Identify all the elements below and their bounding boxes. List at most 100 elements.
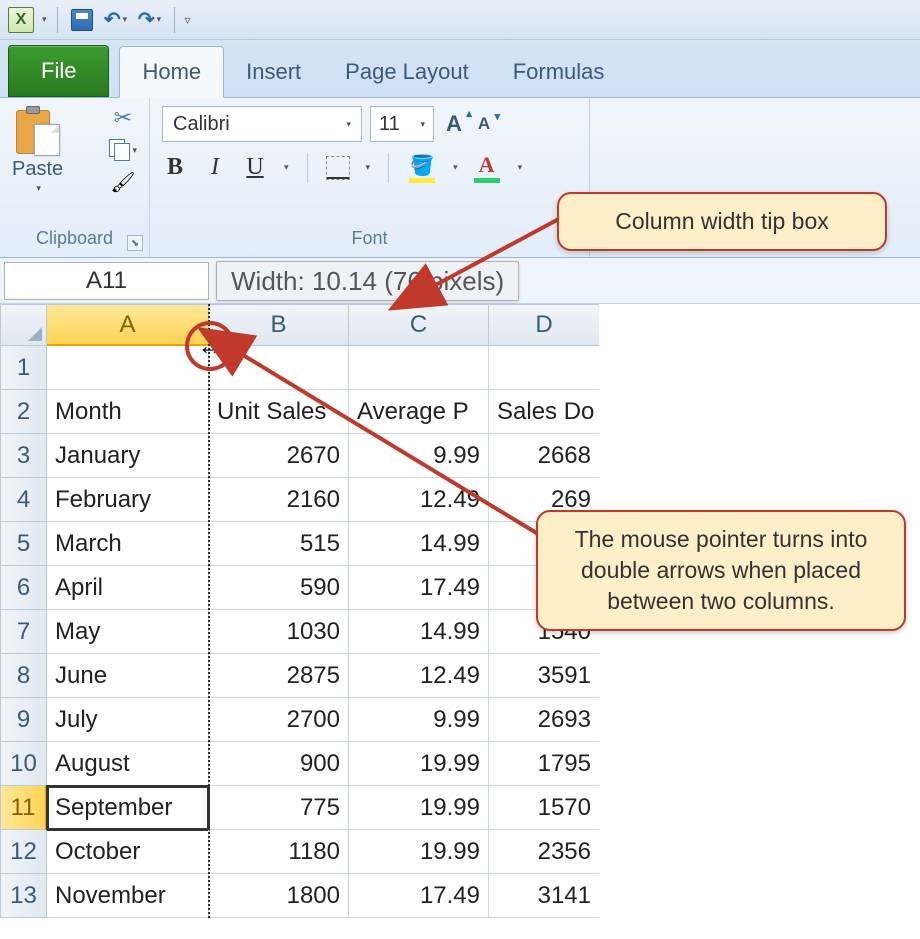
cell[interactable]: 1800 [209, 874, 349, 918]
column-header-a[interactable]: A [47, 304, 209, 346]
cell[interactable]: 12.49 [349, 478, 489, 522]
cell[interactable]: Unit Sales [209, 390, 349, 434]
grow-font-button[interactable]: A▴ [442, 109, 466, 139]
cell[interactable]: 1795 [489, 742, 599, 786]
row-header[interactable]: 9 [0, 698, 47, 742]
font-size-caret[interactable]: ▾ [420, 119, 425, 130]
cell[interactable]: 19.99 [349, 830, 489, 874]
cell[interactable]: August [47, 742, 209, 786]
cell[interactable]: 1180 [209, 830, 349, 874]
cell[interactable]: 1570 [489, 786, 599, 830]
font-color-button[interactable]: A [472, 152, 502, 183]
tab-file[interactable]: File [8, 45, 109, 97]
font-name-select[interactable]: Calibri ▾ [162, 106, 362, 142]
cell[interactable]: 2668 [489, 434, 599, 478]
row-header[interactable]: 11 [0, 786, 47, 830]
row-header[interactable]: 7 [0, 610, 47, 654]
undo-dropdown-caret[interactable]: ▾ [123, 14, 128, 25]
cell[interactable]: May [47, 610, 209, 654]
cell[interactable]: 9.99 [349, 434, 489, 478]
borders-dropdown-caret[interactable]: ▾ [366, 162, 371, 173]
cell[interactable]: 775 [209, 786, 349, 830]
row-header[interactable]: 13 [0, 874, 47, 918]
cell[interactable]: 19.99 [349, 742, 489, 786]
tab-home[interactable]: Home [119, 46, 224, 98]
cell[interactable]: 900 [209, 742, 349, 786]
redo-dropdown-caret[interactable]: ▾ [157, 14, 162, 25]
customize-qat-button[interactable]: ▿ [185, 13, 191, 27]
paste-dropdown-caret[interactable]: ▾ [36, 183, 41, 194]
shrink-font-button[interactable]: A▾ [474, 112, 494, 136]
cell[interactable]: July [47, 698, 209, 742]
cell[interactable] [489, 346, 599, 390]
select-all-corner[interactable] [0, 304, 47, 346]
font-size-select[interactable]: 11 ▾ [370, 106, 434, 142]
cell[interactable]: 14.99 [349, 522, 489, 566]
row-header[interactable]: 2 [0, 390, 47, 434]
copy-dropdown-caret[interactable]: ▾ [132, 145, 137, 156]
format-painter-button[interactable]: 🖌 [109, 170, 137, 194]
tab-formulas[interactable]: Formulas [491, 47, 627, 97]
cell[interactable]: 2875 [209, 654, 349, 698]
underline-dropdown-caret[interactable]: ▾ [284, 162, 289, 173]
cell[interactable]: 2670 [209, 434, 349, 478]
cell[interactable]: Sales Do [489, 390, 599, 434]
cell[interactable]: 2693 [489, 698, 599, 742]
cell[interactable]: June [47, 654, 209, 698]
font-name-caret[interactable]: ▾ [346, 119, 351, 130]
row-header[interactable]: 4 [0, 478, 47, 522]
row-header[interactable]: 8 [0, 654, 47, 698]
name-box[interactable]: A11 [4, 262, 209, 300]
cell[interactable]: January [47, 434, 209, 478]
borders-button[interactable] [326, 156, 350, 180]
cell[interactable]: 2700 [209, 698, 349, 742]
bold-button[interactable]: B [162, 154, 188, 181]
cell[interactable]: February [47, 478, 209, 522]
cell[interactable] [47, 346, 209, 390]
tab-page-layout[interactable]: Page Layout [323, 47, 491, 97]
fill-color-dropdown-caret[interactable]: ▾ [453, 162, 458, 173]
cell[interactable]: March [47, 522, 209, 566]
redo-button[interactable]: ↷▾ [136, 6, 164, 34]
row-header[interactable]: 5 [0, 522, 47, 566]
row-header[interactable]: 3 [0, 434, 47, 478]
cell[interactable]: 17.49 [349, 874, 489, 918]
cell[interactable]: 2356 [489, 830, 599, 874]
underline-button[interactable]: U [242, 154, 268, 181]
clipboard-launcher[interactable]: ⬊ [127, 235, 143, 251]
row-header[interactable]: 10 [0, 742, 47, 786]
cell[interactable]: 515 [209, 522, 349, 566]
cell[interactable]: 14.99 [349, 610, 489, 654]
cell[interactable]: 17.49 [349, 566, 489, 610]
cell[interactable] [349, 346, 489, 390]
italic-button[interactable]: I [202, 154, 228, 181]
cell[interactable]: 1030 [209, 610, 349, 654]
row-header[interactable]: 12 [0, 830, 47, 874]
cell[interactable]: April [47, 566, 209, 610]
fill-color-button[interactable]: 🪣 [407, 153, 437, 183]
row-header[interactable]: 1 [0, 346, 47, 390]
column-header-b[interactable]: B [209, 304, 349, 346]
cell[interactable]: 9.99 [349, 698, 489, 742]
tab-insert[interactable]: Insert [224, 47, 323, 97]
cell[interactable]: 3141 [489, 874, 599, 918]
cut-button[interactable]: ✂ [109, 106, 137, 130]
cell[interactable] [209, 346, 349, 390]
cell-active[interactable]: September [47, 786, 209, 830]
copy-button[interactable]: ▾ [109, 138, 137, 162]
row-header[interactable]: 6 [0, 566, 47, 610]
cell[interactable]: 3591 [489, 654, 599, 698]
font-color-dropdown-caret[interactable]: ▾ [518, 162, 523, 173]
cell[interactable]: 19.99 [349, 786, 489, 830]
column-header-c[interactable]: C [349, 304, 489, 346]
cell[interactable]: Average P [349, 390, 489, 434]
cell[interactable]: 2160 [209, 478, 349, 522]
cell[interactable]: 590 [209, 566, 349, 610]
cell[interactable]: October [47, 830, 209, 874]
cell[interactable]: 12.49 [349, 654, 489, 698]
column-header-d[interactable]: D [489, 304, 599, 346]
cell[interactable]: November [47, 874, 209, 918]
save-button[interactable] [68, 6, 96, 34]
cell[interactable]: Month [47, 390, 209, 434]
undo-button[interactable]: ↶▾ [102, 6, 130, 34]
